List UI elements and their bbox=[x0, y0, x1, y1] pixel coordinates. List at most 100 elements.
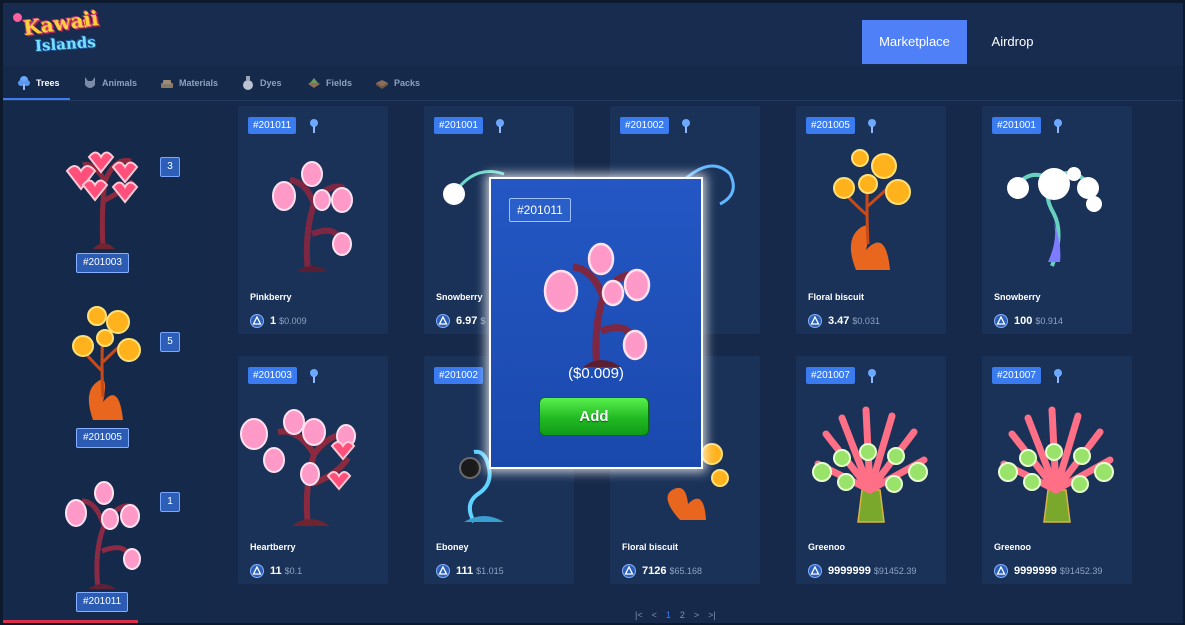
listing-name: Floral biscuit bbox=[808, 292, 865, 302]
tab-label: Materials bbox=[179, 78, 219, 88]
item-id-badge: #201005 bbox=[76, 428, 129, 448]
listing-card[interactable]: #201005 Floral biscuit 3.47 $0.031 bbox=[796, 106, 946, 334]
tab-trees[interactable]: Trees bbox=[17, 66, 60, 100]
active-tab-indicator bbox=[3, 98, 70, 100]
listing-name: Eboney bbox=[436, 542, 469, 552]
listing-card[interactable]: #201003 Heartberry 11 $0.1 bbox=[238, 356, 388, 584]
listing-usd: $0.1 bbox=[284, 566, 303, 576]
listing-price: 11 $0.1 bbox=[250, 564, 302, 578]
listing-quantity: 7126 bbox=[642, 565, 667, 577]
listing-quantity: 9999999 bbox=[1014, 565, 1057, 577]
pagination: |< < 1 2 > >| bbox=[635, 610, 716, 620]
listing-quantity: 9999999 bbox=[828, 565, 871, 577]
floral-biscuit-tree-icon bbox=[833, 149, 911, 270]
inventory-sidebar: 3 #201003 5 #201005 1 #201011 bbox=[3, 101, 210, 623]
inventory-item[interactable]: 5 #201005 bbox=[3, 296, 210, 456]
popup-price: ($0.009) bbox=[568, 365, 624, 382]
listing-name: Floral biscuit bbox=[622, 542, 679, 552]
tree-icon bbox=[868, 369, 876, 383]
kingdom-token-icon bbox=[436, 564, 450, 578]
pinkberry-tree-icon bbox=[65, 481, 141, 590]
tree-icon bbox=[18, 76, 30, 90]
top-bar: Kawaii Islands Marketplace Airdrop bbox=[3, 3, 1183, 66]
marketplace-button[interactable]: Marketplace bbox=[862, 20, 967, 64]
page-1-button[interactable]: 1 bbox=[666, 610, 671, 620]
tab-label: Trees bbox=[36, 78, 60, 88]
listing-quantity: 100 bbox=[1014, 315, 1033, 327]
listing-card[interactable]: #201001 Snowberry 100 $0.914 bbox=[982, 106, 1132, 334]
item-id-badge: #201011 bbox=[76, 592, 129, 612]
listing-quantity: 11 bbox=[270, 565, 282, 577]
airdrop-button[interactable]: Airdrop bbox=[975, 20, 1050, 64]
listing-id-badge: #201003 bbox=[248, 367, 297, 384]
listing-name: Snowberry bbox=[994, 292, 1041, 302]
listing-id-badge: #201005 bbox=[806, 117, 855, 134]
prev-page-button[interactable]: < bbox=[652, 610, 657, 620]
listing-price: 7126 $65.168 bbox=[622, 564, 702, 578]
listing-id-badge: #201002 bbox=[620, 117, 669, 134]
add-item-popup: #201011 ($0.009) Add bbox=[489, 177, 703, 469]
pinkberry-tree-icon bbox=[272, 161, 353, 273]
page-2-button[interactable]: 2 bbox=[680, 610, 685, 620]
tab-dyes[interactable]: Dyes bbox=[241, 66, 282, 100]
listing-card[interactable]: #201007 Greenoo 9999999 $91452.39 bbox=[796, 356, 946, 584]
logo-subtext: Islands bbox=[34, 32, 97, 56]
inventory-item[interactable]: 3 #201003 bbox=[3, 121, 210, 281]
listing-usd: $ bbox=[480, 316, 486, 326]
listing-card[interactable]: #201011 Pinkberry 1 $0.009 bbox=[238, 106, 388, 334]
listing-name: Pinkberry bbox=[250, 292, 292, 302]
tree-icon bbox=[496, 119, 504, 133]
listing-usd: $65.168 bbox=[669, 566, 703, 576]
add-button[interactable]: Add bbox=[539, 397, 649, 436]
listing-name: Greenoo bbox=[994, 542, 1032, 552]
snowberry-tree-icon bbox=[1007, 167, 1102, 267]
kawaii-islands-logo[interactable]: Kawaii Islands bbox=[11, 6, 100, 61]
kingdom-token-icon bbox=[994, 314, 1008, 328]
item-count-badge: 5 bbox=[160, 332, 180, 352]
tree-icon bbox=[682, 119, 690, 133]
tab-label: Dyes bbox=[260, 78, 282, 88]
tree-icon bbox=[1054, 119, 1062, 133]
heartberry-tree-icon bbox=[240, 409, 358, 527]
animal-icon bbox=[85, 77, 95, 88]
listing-name: Heartberry bbox=[250, 542, 296, 552]
first-page-button[interactable]: |< bbox=[635, 610, 643, 620]
tab-fields[interactable]: Fields bbox=[307, 66, 352, 100]
tab-label: Fields bbox=[326, 78, 353, 88]
progress-line bbox=[3, 620, 138, 623]
listing-price: 3.47 $0.031 bbox=[808, 314, 880, 328]
tree-icon bbox=[310, 369, 318, 383]
last-page-button[interactable]: >| bbox=[708, 610, 716, 620]
tab-label: Animals bbox=[102, 78, 138, 88]
listing-price: 9999999 $91452.39 bbox=[994, 564, 1102, 578]
listing-price: 100 $0.914 bbox=[994, 314, 1063, 328]
kingdom-token-icon bbox=[994, 564, 1008, 578]
listing-usd: $1.015 bbox=[476, 566, 504, 576]
listing-usd: $91452.39 bbox=[873, 566, 917, 576]
listing-price: 111 $1.015 bbox=[436, 564, 504, 578]
listing-card[interactable]: #201007 Greenoo 9999999 $91452.39 bbox=[982, 356, 1132, 584]
listing-id-badge: #201001 bbox=[434, 117, 483, 134]
next-page-button[interactable]: > bbox=[694, 610, 699, 620]
kingdom-token-icon bbox=[808, 564, 822, 578]
listing-price: 9999999 $91452.39 bbox=[808, 564, 916, 578]
pack-icon bbox=[376, 80, 388, 89]
logo-heart-icon bbox=[13, 13, 22, 22]
listing-usd: $0.914 bbox=[1035, 316, 1063, 326]
category-tabs: Trees Animals Materials Dyes Fields Pack… bbox=[3, 66, 1183, 101]
listing-usd: $0.031 bbox=[852, 316, 880, 326]
item-count-badge: 1 bbox=[160, 492, 180, 512]
tree-icon bbox=[310, 119, 318, 133]
field-icon bbox=[308, 78, 320, 88]
listing-id-badge: #201001 bbox=[992, 117, 1041, 134]
floral-biscuit-tree-icon bbox=[72, 306, 141, 420]
pinkberry-tree-icon bbox=[543, 242, 651, 368]
listing-quantity: 111 bbox=[456, 565, 474, 577]
item-count-badge: 3 bbox=[160, 157, 180, 177]
listing-id-badge: #201002 bbox=[434, 367, 483, 384]
inventory-item[interactable]: 1 #201011 bbox=[3, 466, 210, 616]
tab-animals[interactable]: Animals bbox=[83, 66, 137, 100]
tab-materials[interactable]: Materials bbox=[160, 66, 218, 100]
tab-packs[interactable]: Packs bbox=[375, 66, 420, 100]
listing-name: Snowberry bbox=[436, 292, 483, 302]
